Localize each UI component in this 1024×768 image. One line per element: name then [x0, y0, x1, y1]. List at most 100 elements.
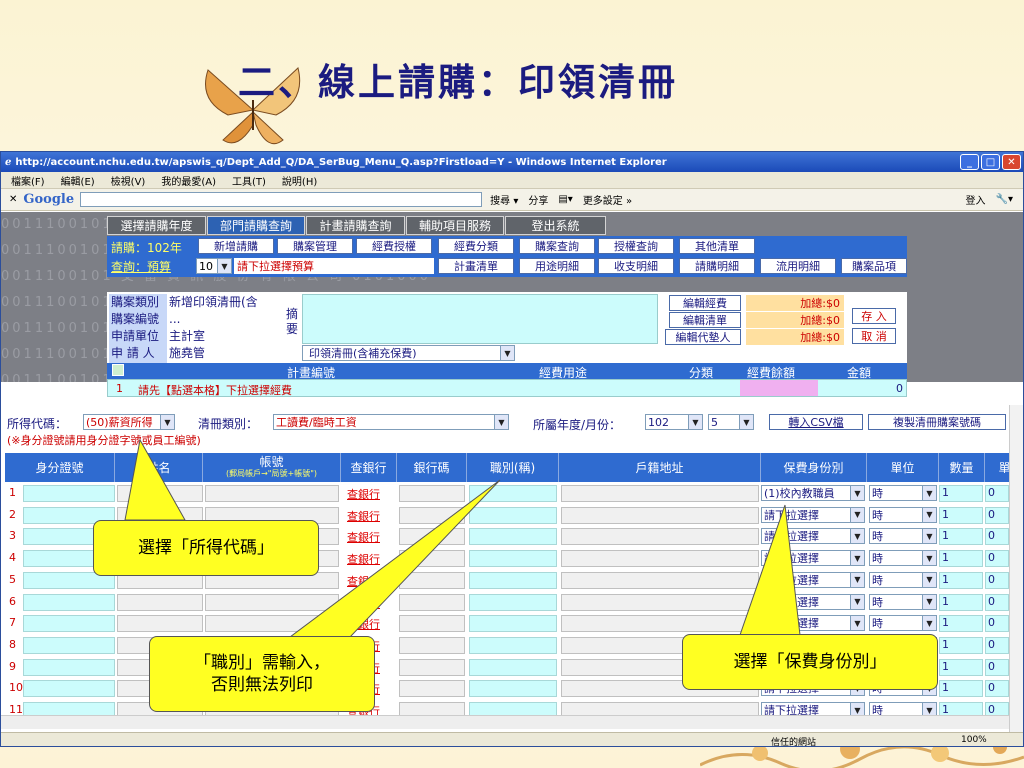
- tab-dept-query[interactable]: 部門請購查詢: [207, 216, 305, 235]
- btn-usage-detail[interactable]: 用途明細: [519, 258, 595, 274]
- job-title-input[interactable]: [469, 506, 557, 524]
- unit-select[interactable]: 時▼: [869, 506, 937, 523]
- price-input[interactable]: 0: [985, 593, 1009, 611]
- menu-file[interactable]: 檔案(F): [11, 173, 45, 188]
- bank-code-input[interactable]: [399, 506, 465, 524]
- unit-select[interactable]: 時▼: [869, 593, 937, 610]
- horizontal-scrollbar[interactable]: [1, 715, 1009, 729]
- year-select[interactable]: 102 ▼: [645, 414, 703, 430]
- google-search-input[interactable]: [80, 192, 483, 207]
- id-input[interactable]: [23, 615, 115, 633]
- btn-fund-auth[interactable]: 經費授權: [356, 238, 432, 254]
- wrench-icon[interactable]: 🔧▾: [996, 194, 1013, 205]
- minimize-button[interactable]: _: [960, 154, 979, 170]
- insurance-type-select[interactable]: 請下拉選擇▼: [761, 528, 865, 545]
- bank-lookup-link[interactable]: 查銀行: [347, 616, 380, 632]
- account-input[interactable]: [205, 485, 339, 502]
- id-input[interactable]: [23, 485, 115, 502]
- address-input[interactable]: [561, 550, 759, 568]
- menu-tools[interactable]: 工具(T): [232, 173, 266, 188]
- menu-edit[interactable]: 編輯(E): [61, 173, 95, 188]
- login-link[interactable]: 登入: [966, 192, 986, 207]
- id-input[interactable]: [23, 636, 115, 654]
- tab-plan-query[interactable]: 計畫請購查詢: [306, 216, 405, 235]
- bank-code-input[interactable]: [399, 658, 465, 676]
- insurance-type-select[interactable]: 請下拉選擇▼: [761, 550, 865, 567]
- unit-select[interactable]: 時▼: [869, 615, 937, 632]
- bank-lookup-link[interactable]: 查銀行: [347, 573, 380, 589]
- btn-new-purchase[interactable]: 新增請購: [198, 238, 274, 254]
- address-input[interactable]: [561, 571, 759, 589]
- quantity-input[interactable]: 1: [939, 615, 983, 633]
- btn-transfer-detail[interactable]: 流用明細: [760, 258, 836, 274]
- btn-edit-advance[interactable]: 編輯代墊人: [665, 329, 741, 345]
- btn-other-list[interactable]: 其他清單: [679, 238, 755, 254]
- toolbar-more-settings[interactable]: 更多設定 »: [583, 192, 632, 207]
- bank-lookup-link[interactable]: 查銀行: [347, 595, 380, 611]
- expand-icon[interactable]: [112, 364, 124, 376]
- plan-table-row[interactable]: 1 請先【點選本格】下拉選擇經費 0: [107, 379, 907, 397]
- price-input[interactable]: 0: [985, 550, 1009, 568]
- zoom-level[interactable]: 100%: [961, 735, 987, 745]
- save-button[interactable]: 存 入: [852, 308, 896, 324]
- btn-income-detail[interactable]: 收支明細: [598, 258, 674, 274]
- bank-code-input[interactable]: [399, 528, 465, 546]
- bank-code-input[interactable]: [399, 485, 465, 502]
- insurance-type-select[interactable]: 請下拉選擇▼: [761, 593, 865, 610]
- insurance-type-select[interactable]: (1)校內教職員 ▼: [761, 485, 865, 501]
- bank-code-input[interactable]: [399, 636, 465, 654]
- list-type-select[interactable]: 工讀費/臨時工資 ▼: [273, 414, 509, 430]
- job-title-input[interactable]: [469, 571, 557, 589]
- menu-help[interactable]: 說明(H): [282, 173, 317, 188]
- toolbar-share[interactable]: 分享: [528, 192, 548, 207]
- toolbar-search[interactable]: 搜尋 ▾: [490, 192, 518, 207]
- quantity-input[interactable]: 1: [939, 593, 983, 611]
- name-input[interactable]: [117, 485, 203, 502]
- tab-aux-services[interactable]: 輔助項目服務: [406, 216, 504, 235]
- quantity-input[interactable]: 1: [939, 485, 983, 502]
- copy-case-number-button[interactable]: 複製清冊購案號碼: [868, 414, 1006, 430]
- bank-lookup-link[interactable]: 查銀行: [347, 551, 380, 567]
- close-toolbar-icon[interactable]: ✕: [9, 194, 17, 205]
- bank-lookup-link[interactable]: 查銀行: [347, 486, 380, 502]
- job-title-input[interactable]: [469, 550, 557, 568]
- income-code-select[interactable]: (50)薪資所得 ▼: [83, 414, 175, 430]
- quantity-input[interactable]: 1: [939, 658, 983, 676]
- job-title-input[interactable]: [469, 485, 557, 502]
- import-csv-button[interactable]: 轉入CSV檔: [769, 414, 863, 430]
- job-title-input[interactable]: [469, 615, 557, 633]
- insurance-type-select[interactable]: 請下拉選擇▼: [761, 506, 865, 523]
- id-input[interactable]: [23, 658, 115, 676]
- quantity-input[interactable]: 1: [939, 528, 983, 546]
- btn-case-manage[interactable]: 購案管理: [277, 238, 353, 254]
- btn-case-items[interactable]: 購案品項: [841, 258, 907, 274]
- quantity-input[interactable]: 1: [939, 571, 983, 589]
- btn-edit-list[interactable]: 編輯清單: [669, 312, 741, 328]
- bank-lookup-link[interactable]: 查銀行: [347, 529, 380, 545]
- job-title-input[interactable]: [469, 658, 557, 676]
- job-title-input[interactable]: [469, 528, 557, 546]
- btn-fund-class[interactable]: 經費分類: [438, 238, 514, 254]
- quantity-input[interactable]: 1: [939, 550, 983, 568]
- address-input[interactable]: [561, 593, 759, 611]
- address-input[interactable]: [561, 485, 759, 502]
- insurance-type-select[interactable]: 請下拉選擇▼: [761, 571, 865, 588]
- price-input[interactable]: 0: [985, 485, 1009, 502]
- tab-logout[interactable]: 登出系統: [505, 216, 606, 235]
- vertical-scrollbar[interactable]: [1009, 405, 1023, 732]
- price-input[interactable]: 0: [985, 528, 1009, 546]
- id-input[interactable]: [23, 680, 115, 698]
- account-input[interactable]: [205, 593, 339, 611]
- budget-select[interactable]: 10 ▼: [196, 258, 232, 274]
- name-input[interactable]: [117, 615, 203, 633]
- price-input[interactable]: 0: [985, 658, 1009, 676]
- bank-code-input[interactable]: [399, 615, 465, 633]
- unit-select[interactable]: 時▼: [869, 485, 937, 501]
- address-input[interactable]: [561, 506, 759, 524]
- price-input[interactable]: 0: [985, 636, 1009, 654]
- price-input[interactable]: 0: [985, 506, 1009, 524]
- month-select[interactable]: 5 ▼: [708, 414, 754, 430]
- printer-icon[interactable]: ▤▾: [558, 194, 572, 205]
- job-title-input[interactable]: [469, 593, 557, 611]
- account-input[interactable]: [205, 615, 339, 633]
